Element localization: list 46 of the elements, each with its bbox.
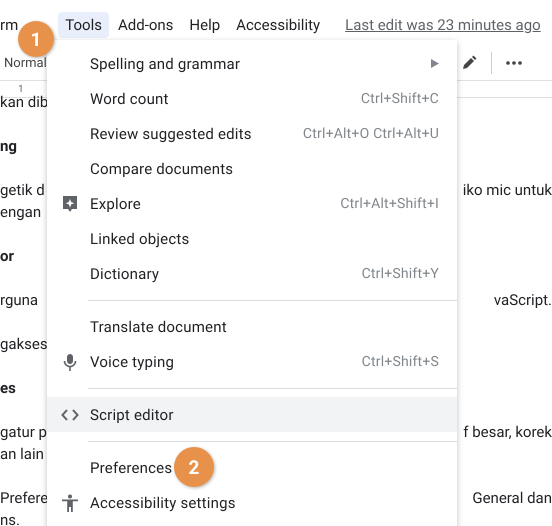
document-text: an lain	[0, 444, 44, 465]
menu-item[interactable]: Voice typing Ctrl+Shift+S	[47, 344, 457, 379]
keyboard-shortcut: Ctrl+Alt+O Ctrl+Alt+U	[302, 126, 439, 142]
last-edit-link[interactable]: Last edit was 23 minutes ago	[345, 16, 541, 34]
microphone-icon	[61, 353, 79, 371]
explore-icon	[61, 195, 79, 213]
keyboard-shortcut: Ctrl+Shift+S	[362, 354, 439, 370]
document-text: Prefere	[0, 488, 48, 509]
menu-item[interactable]: Accessibility settings	[47, 485, 457, 520]
document-heading: ng	[0, 136, 17, 157]
menu-bar-item[interactable]: Accessibility	[229, 12, 328, 38]
more-icon[interactable]	[506, 61, 522, 65]
menu-item[interactable]: Translate document	[47, 309, 457, 344]
document-text: gakses	[0, 334, 48, 355]
menu-item[interactable]: Linked objects	[47, 221, 457, 256]
document-text: getik d	[0, 180, 45, 201]
keyboard-shortcut: Ctrl+Shift+Y	[362, 266, 439, 282]
ruler-number: 1	[18, 84, 24, 94]
menu-item[interactable]: Dictionary Ctrl+Shift+Y	[47, 256, 457, 291]
menu-item[interactable]: Compare documents	[47, 151, 457, 186]
menu-item[interactable]: Explore Ctrl+Alt+Shift+I	[47, 186, 457, 221]
menu-item[interactable]: Word count Ctrl+Shift+C	[47, 81, 457, 116]
menu-bar-item[interactable]: Help	[182, 12, 228, 38]
menu-bar-item[interactable]: Add-ons	[110, 12, 180, 38]
style-dropdown[interactable]: Normal	[0, 56, 47, 70]
document-text: kan dib	[0, 92, 48, 113]
document-heading: es	[0, 378, 16, 399]
accessibility-icon	[61, 494, 79, 512]
document-text: engan	[0, 202, 42, 223]
menu-item[interactable]: Script editor	[47, 397, 457, 432]
menu-bar-item[interactable]: Tools	[58, 12, 109, 38]
document-text: vaScript.	[494, 290, 552, 311]
menu-item[interactable]: Review suggested edits Ctrl+Alt+O Ctrl+Alt+U	[47, 116, 457, 151]
menu-item[interactable]: Spelling and grammar	[47, 46, 457, 81]
step-number-badge: 1	[18, 21, 54, 57]
document-text: gatur p	[0, 422, 47, 443]
keyboard-shortcut: Ctrl+Alt+Shift+I	[340, 196, 439, 212]
document-text: General dan	[472, 488, 552, 509]
document-text: iko mic untuk	[462, 180, 552, 201]
document-heading: or	[0, 246, 14, 267]
keyboard-shortcut: Ctrl+Shift+C	[360, 90, 439, 106]
document-text: ns.	[0, 510, 20, 526]
document-text: f besar, korek	[463, 422, 552, 443]
document-text: rguna	[0, 290, 38, 311]
menu-bar-item[interactable]: rm	[0, 12, 18, 38]
pencil-icon[interactable]	[461, 55, 477, 71]
